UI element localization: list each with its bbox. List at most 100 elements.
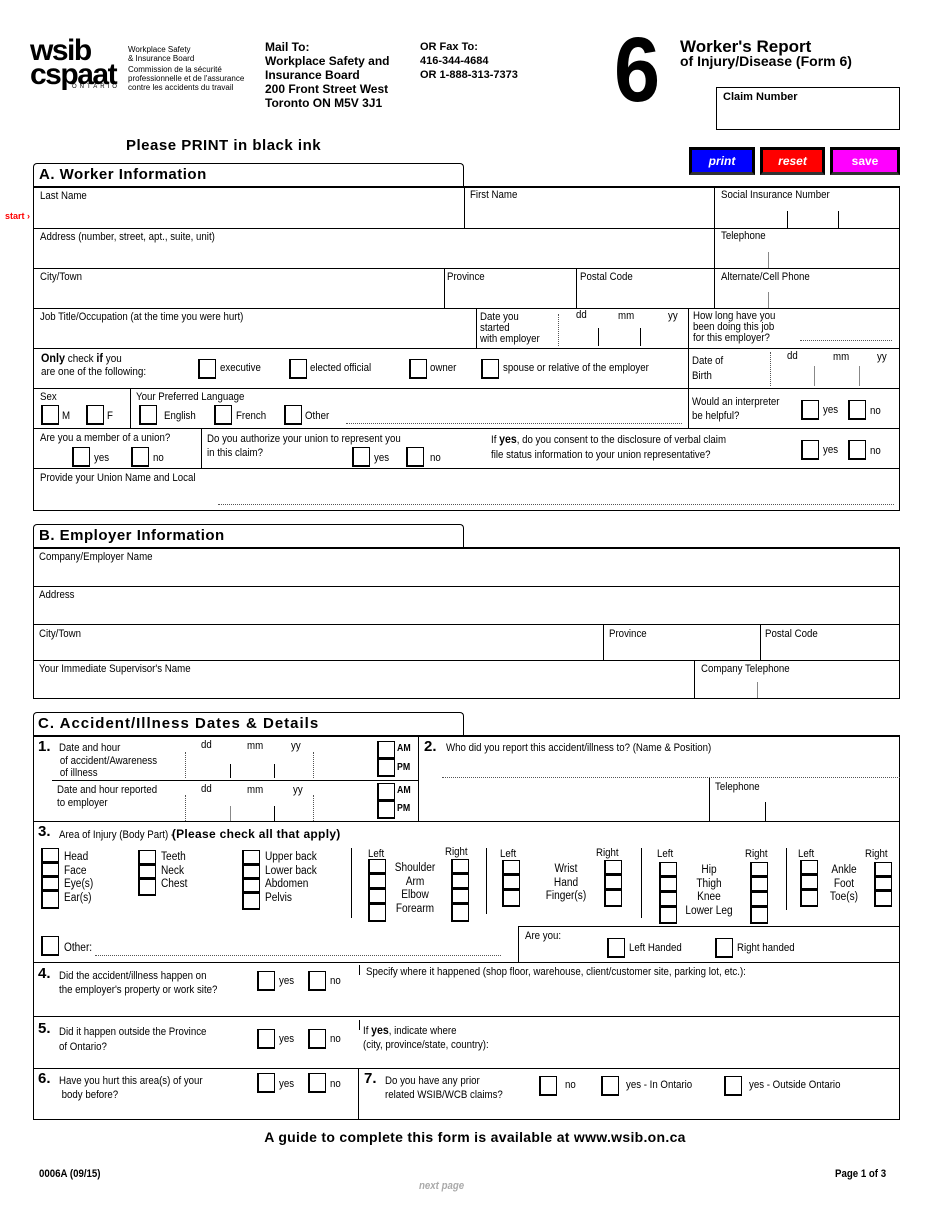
q4-yes-checkbox[interactable] <box>257 971 275 991</box>
toes-left-checkbox[interactable] <box>800 890 818 907</box>
ears-checkbox[interactable] <box>41 891 59 909</box>
q5-yes-checkbox[interactable] <box>257 1029 275 1049</box>
q5-where-input[interactable] <box>520 1035 899 1067</box>
left-handed-checkbox[interactable] <box>607 938 625 958</box>
accident-date-input[interactable] <box>186 752 313 778</box>
alt-phone-input[interactable] <box>715 284 900 308</box>
owner-checkbox[interactable] <box>409 359 427 379</box>
telephone-input[interactable] <box>715 244 900 268</box>
accident-am-checkbox[interactable] <box>377 741 395 759</box>
thigh-right-checkbox[interactable] <box>750 877 768 892</box>
elected-official-checkbox[interactable] <box>289 359 307 379</box>
fingers-right-checkbox[interactable] <box>604 890 622 907</box>
hip-right-checkbox[interactable] <box>750 862 768 877</box>
company-name-input[interactable] <box>34 563 899 586</box>
forearm-right-checkbox[interactable] <box>451 904 469 922</box>
q7-no-checkbox[interactable] <box>539 1076 557 1096</box>
english-checkbox[interactable] <box>139 405 157 425</box>
foot-right-checkbox[interactable] <box>874 877 892 891</box>
reported-date-input[interactable] <box>186 795 313 821</box>
employer-address-input[interactable] <box>34 601 899 624</box>
wrist-right-checkbox[interactable] <box>604 860 622 875</box>
upper-back-checkbox[interactable] <box>242 850 260 865</box>
thigh-left-checkbox[interactable] <box>659 877 677 892</box>
q6-yes-checkbox[interactable] <box>257 1073 275 1093</box>
executive-checkbox[interactable] <box>198 359 216 379</box>
consent-yes-checkbox[interactable] <box>801 440 819 460</box>
union-member-yes-checkbox[interactable] <box>72 447 90 467</box>
arm-right-checkbox[interactable] <box>451 874 469 889</box>
q7-yes-outside-checkbox[interactable] <box>724 1076 742 1096</box>
french-checkbox[interactable] <box>214 405 232 425</box>
reset-button[interactable]: reset <box>760 147 825 175</box>
sex-m-checkbox[interactable] <box>41 405 59 425</box>
last-name-input[interactable] <box>34 202 464 228</box>
print-button[interactable]: print <box>689 147 755 175</box>
consent-no-checkbox[interactable] <box>848 440 866 460</box>
q6-no-checkbox[interactable] <box>308 1073 326 1093</box>
eyes-checkbox[interactable] <box>41 877 59 891</box>
lower-leg-left-checkbox[interactable] <box>659 907 677 924</box>
abdomen-checkbox[interactable] <box>242 879 260 893</box>
hip-left-checkbox[interactable] <box>659 862 677 877</box>
sex-f-checkbox[interactable] <box>86 405 104 425</box>
q4-specify-input[interactable] <box>362 980 899 1016</box>
how-long-input[interactable] <box>800 340 892 341</box>
chest-checkbox[interactable] <box>138 879 156 896</box>
q5-no-checkbox[interactable] <box>308 1029 326 1049</box>
claim-number-field[interactable]: Claim Number <box>716 87 900 130</box>
q4-no-checkbox[interactable] <box>308 971 326 991</box>
company-phone-input[interactable] <box>695 676 899 698</box>
wrist-left-checkbox[interactable] <box>502 860 520 875</box>
arm-left-checkbox[interactable] <box>368 874 386 889</box>
save-button[interactable]: save <box>830 147 900 175</box>
elbow-right-checkbox[interactable] <box>451 889 469 904</box>
knee-left-checkbox[interactable] <box>659 892 677 907</box>
reported-pm-checkbox[interactable] <box>377 801 395 819</box>
neck-checkbox[interactable] <box>138 865 156 879</box>
supervisor-input[interactable] <box>34 676 694 698</box>
employer-province-input[interactable] <box>604 640 760 660</box>
foot-left-checkbox[interactable] <box>800 875 818 890</box>
other-language-input[interactable] <box>346 423 682 424</box>
teeth-checkbox[interactable] <box>138 850 156 865</box>
dob-input[interactable] <box>771 362 900 387</box>
face-checkbox[interactable] <box>41 863 59 877</box>
interpreter-yes-checkbox[interactable] <box>801 400 819 420</box>
hand-right-checkbox[interactable] <box>604 875 622 890</box>
other-body-input[interactable] <box>95 955 501 956</box>
next-page-link[interactable]: next page <box>419 1180 464 1192</box>
employer-postal-input[interactable] <box>761 640 899 660</box>
q2-telephone-input[interactable] <box>710 795 899 821</box>
employer-city-input[interactable] <box>34 640 603 660</box>
accident-hour-input[interactable] <box>314 752 374 778</box>
address-input[interactable] <box>34 244 714 268</box>
head-checkbox[interactable] <box>41 848 59 863</box>
ankle-left-checkbox[interactable] <box>800 860 818 875</box>
date-started-input[interactable] <box>559 320 687 347</box>
q2-name-input[interactable] <box>442 777 900 778</box>
pelvis-checkbox[interactable] <box>242 893 260 910</box>
lower-back-checkbox[interactable] <box>242 865 260 879</box>
union-auth-yes-checkbox[interactable] <box>352 447 370 467</box>
forearm-left-checkbox[interactable] <box>368 904 386 922</box>
hand-left-checkbox[interactable] <box>502 875 520 890</box>
shoulder-left-checkbox[interactable] <box>368 859 386 874</box>
city-input[interactable] <box>34 284 444 308</box>
union-name-input[interactable] <box>218 504 894 505</box>
province-input[interactable] <box>445 284 576 308</box>
reported-hour-input[interactable] <box>314 795 374 821</box>
lower-leg-right-checkbox[interactable] <box>750 907 768 924</box>
job-title-input[interactable] <box>34 324 476 348</box>
first-name-input[interactable] <box>465 202 714 228</box>
right-handed-checkbox[interactable] <box>715 938 733 958</box>
spouse-relative-checkbox[interactable] <box>481 359 499 379</box>
other-body-checkbox[interactable] <box>41 936 59 956</box>
accident-pm-checkbox[interactable] <box>377 759 395 777</box>
ankle-right-checkbox[interactable] <box>874 862 892 877</box>
knee-right-checkbox[interactable] <box>750 892 768 907</box>
elbow-left-checkbox[interactable] <box>368 889 386 904</box>
shoulder-right-checkbox[interactable] <box>451 859 469 874</box>
q7-yes-ontario-checkbox[interactable] <box>601 1076 619 1096</box>
union-member-no-checkbox[interactable] <box>131 447 149 467</box>
